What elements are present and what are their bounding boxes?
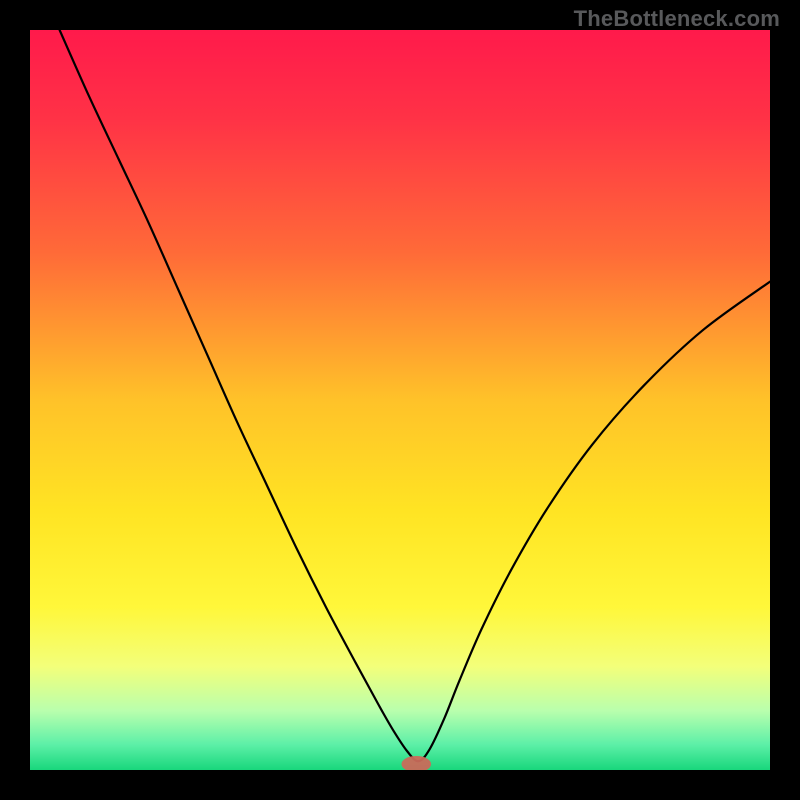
- chart-frame: TheBottleneck.com: [0, 0, 800, 800]
- watermark-label: TheBottleneck.com: [574, 6, 780, 32]
- plot-area: [30, 30, 770, 770]
- gradient-background: [30, 30, 770, 770]
- plot-svg: [30, 30, 770, 770]
